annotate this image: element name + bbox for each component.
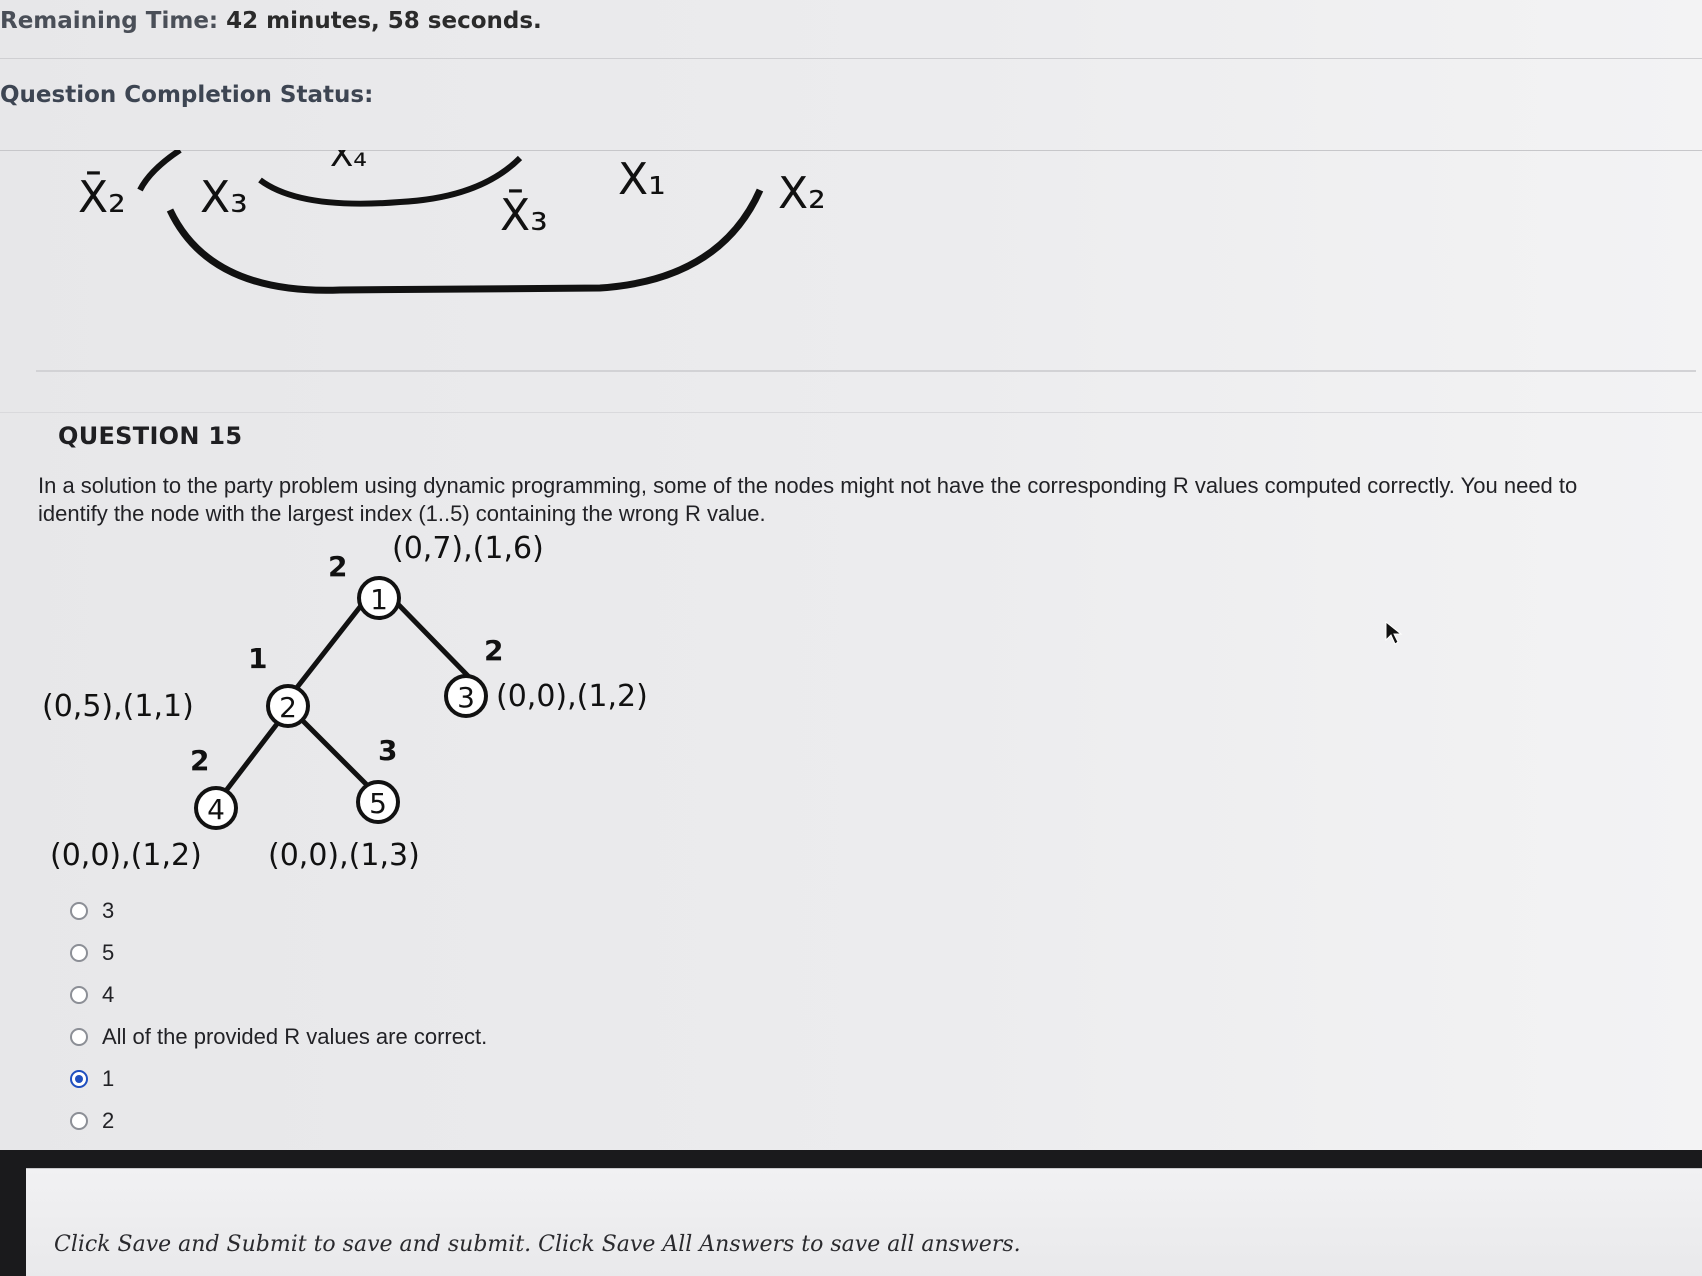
tree-node-3-r: (0,0),(1,2) [496, 679, 648, 714]
answer-option-label: 1 [102, 1066, 115, 1091]
radio-button[interactable] [70, 944, 88, 962]
radio-button[interactable] [70, 1028, 88, 1046]
prev-label-x1: X₁ [618, 154, 666, 205]
answer-option[interactable]: 4 [70, 974, 487, 1016]
tree-node-1-r: (0,7),(1,6) [392, 531, 544, 566]
answer-option-selected[interactable]: 1 [70, 1058, 487, 1100]
tree-node-4: 4 2 (0,0),(1,2) [50, 744, 238, 873]
tree-node-3: 3 2 (0,0),(1,2) [444, 634, 648, 718]
tree-node-2-weight: 1 [248, 642, 267, 675]
party-tree-figure: 1 2 (0,7),(1,6) 2 1 (0,5),(1,1) 3 2 (0,0… [42, 531, 648, 873]
tree-node-1: 1 2 (0,7),(1,6) [328, 531, 544, 620]
header-divider [0, 58, 1702, 59]
prev-label-x2: X₂ [778, 168, 826, 219]
answer-option-label: 4 [102, 982, 115, 1007]
tree-node-4-r: (0,0),(1,2) [50, 838, 202, 873]
tree-node-5: 5 3 (0,0),(1,3) [268, 734, 420, 873]
radio-button[interactable] [70, 986, 88, 1004]
answer-option[interactable]: 5 [70, 932, 487, 974]
question-number: QUESTION 15 [58, 422, 243, 450]
question-text: In a solution to the party problem using… [38, 473, 1578, 526]
quiz-page: Remaining Time: 42 minutes, 58 seconds. … [0, 0, 1702, 1276]
remaining-time-label: Remaining Time: [0, 8, 219, 34]
mouse-cursor-icon [1385, 620, 1403, 645]
footer-panel [26, 1168, 1702, 1276]
answer-option-label: 5 [102, 940, 115, 965]
tree-node-3-weight: 2 [484, 634, 503, 667]
tree-node-1-weight: 2 [328, 550, 347, 583]
radio-button-checked[interactable] [70, 1070, 88, 1088]
tree-node-5-weight: 3 [378, 734, 397, 767]
tree-node-5-id: 5 [369, 787, 387, 820]
prev-label-x4: X₄ [330, 150, 367, 175]
answer-options: 3 5 4 All of the provided R values are c… [70, 890, 487, 1142]
tree-node-5-r: (0,0),(1,3) [268, 838, 420, 873]
radio-button[interactable] [70, 902, 88, 920]
prev-label-x3-bar: X̄₃ [500, 188, 548, 241]
tree-node-2: 2 1 (0,5),(1,1) [42, 642, 310, 728]
previous-question-figure: X̄₂ X₃ X₄ X̄₃ X₁ X₂ [78, 150, 826, 294]
tree-node-2-r: (0,5),(1,1) [42, 689, 194, 724]
remaining-time-value: 42 minutes, 58 seconds. [226, 8, 542, 34]
tree-node-4-weight: 2 [190, 744, 209, 777]
answer-option-label: 3 [102, 898, 115, 923]
section-divider [36, 370, 1696, 372]
tree-node-3-id: 3 [457, 681, 475, 714]
answer-option[interactable]: 3 [70, 890, 487, 932]
remaining-time: Remaining Time: 42 minutes, 58 seconds. [0, 8, 542, 34]
tree-node-2-id: 2 [279, 691, 297, 724]
tree-node-4-id: 4 [207, 793, 225, 826]
answer-option-label: All of the provided R values are correct… [102, 1024, 488, 1049]
question-completion-status[interactable]: Question Completion Status: [0, 82, 373, 108]
answer-option-label: 2 [102, 1108, 115, 1133]
radio-button[interactable] [70, 1112, 88, 1130]
tree-node-1-id: 1 [370, 583, 388, 616]
prev-label-x3: X₃ [200, 172, 248, 223]
footer-instruction: Click Save and Submit to save and submit… [54, 1232, 1021, 1257]
answer-option[interactable]: 2 [70, 1100, 487, 1142]
answer-option[interactable]: All of the provided R values are correct… [70, 1016, 487, 1058]
prev-label-x2-bar: X̄₂ [78, 170, 126, 223]
section-divider-lower [0, 412, 1702, 413]
